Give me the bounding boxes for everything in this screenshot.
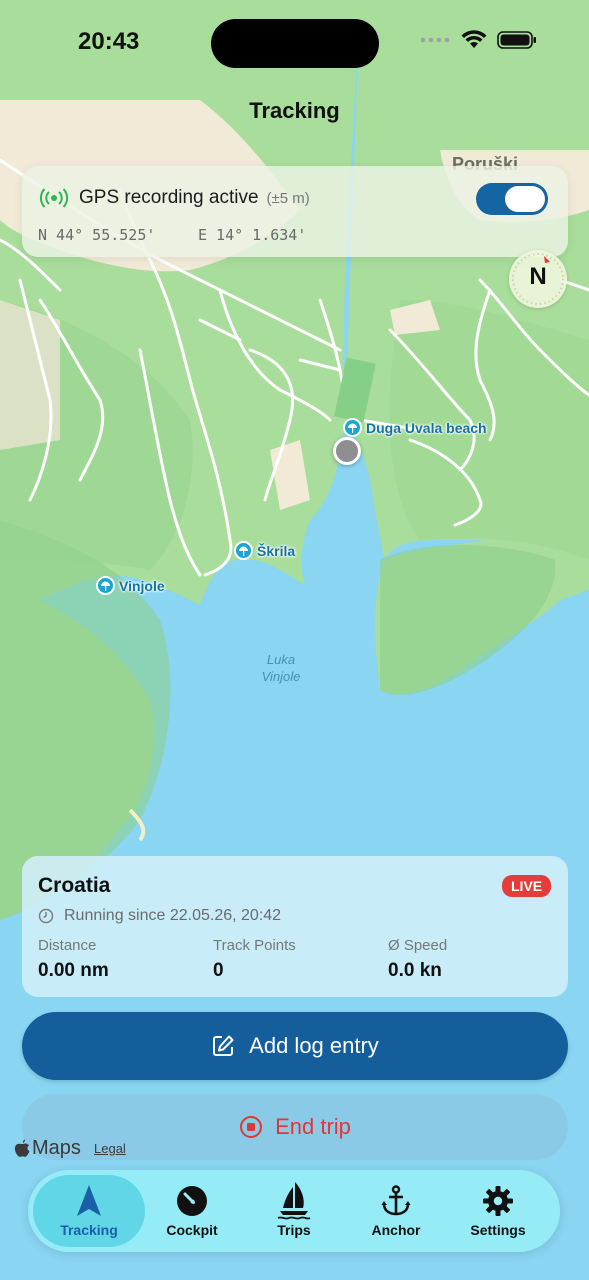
compass-label: N: [529, 263, 547, 290]
tab-label: Trips: [277, 1222, 311, 1238]
live-badge: LIVE: [502, 875, 552, 897]
tab-cockpit[interactable]: Cockpit: [140, 1170, 244, 1252]
gps-status-card: GPS recording active (±5 m) N 44° 55.525'…: [22, 166, 568, 257]
gps-signal-icon: [39, 188, 69, 208]
bay-label-line2: Vinjole: [261, 669, 301, 684]
latitude-readout: N 44° 55.525': [38, 226, 156, 244]
beach-umbrella-icon: [96, 576, 115, 595]
anchor-icon: [381, 1184, 411, 1218]
status-bar: 20:43: [0, 0, 589, 90]
poi-skrila[interactable]: Škrila: [234, 541, 295, 560]
battery-icon: [497, 31, 536, 49]
stat-avg-speed: Ø Speed 0.0 kn: [388, 937, 447, 982]
gauge-icon: [176, 1184, 208, 1218]
sailboat-icon: [277, 1182, 311, 1220]
tab-trips[interactable]: Trips: [242, 1170, 346, 1252]
poi-label: Škrila: [257, 542, 296, 559]
poi-label: Vinjole: [119, 577, 165, 594]
poi-vinjole[interactable]: Vinjole: [96, 576, 165, 595]
poi-duga-uvala-beach[interactable]: Duga Uvala beach: [343, 418, 487, 437]
add-log-entry-button[interactable]: Add log entry: [22, 1012, 568, 1080]
compass-button[interactable]: N: [509, 250, 567, 308]
stat-label: Distance: [38, 937, 97, 954]
gps-recording-toggle[interactable]: [476, 183, 548, 215]
tab-bar: Tracking Cockpit Trips Anchor Settings: [28, 1170, 560, 1252]
toggle-knob: [505, 186, 545, 212]
tab-settings[interactable]: Settings: [446, 1170, 550, 1252]
stat-value: 0.00 nm: [38, 960, 109, 981]
beach-umbrella-icon: [343, 418, 362, 437]
apple-maps-logo: Maps: [14, 1137, 81, 1160]
gps-status-label: GPS recording active (±5 m): [79, 187, 310, 209]
bay-label: Luka Vinjole: [245, 651, 317, 685]
tab-label: Anchor: [371, 1222, 421, 1238]
apple-logo-icon: [14, 1139, 30, 1157]
gps-status-text: GPS recording active: [79, 187, 259, 208]
stat-value: 0.0 kn: [388, 960, 442, 981]
poi-label: Duga Uvala beach: [366, 419, 487, 436]
stop-circle-icon: [240, 1116, 263, 1138]
trip-card[interactable]: Croatia LIVE Running since 22.05.26, 20:…: [22, 856, 568, 997]
stat-label: Track Points: [213, 937, 296, 954]
tab-tracking[interactable]: Tracking: [33, 1175, 145, 1247]
tab-label: Settings: [470, 1222, 526, 1238]
clock-icon: [38, 908, 54, 924]
status-icons: [419, 30, 537, 50]
beach-umbrella-icon: [234, 541, 253, 560]
trip-name: Croatia: [38, 874, 111, 897]
gear-icon: [482, 1184, 514, 1218]
status-time: 20:43: [78, 28, 140, 55]
current-location-marker: [333, 437, 361, 465]
maps-logo-text: Maps: [32, 1137, 81, 1159]
add-log-entry-label: Add log entry: [249, 1033, 379, 1058]
stat-track-points: Track Points 0: [213, 937, 296, 982]
stat-label: Ø Speed: [388, 937, 448, 954]
stat-distance: Distance 0.00 nm: [38, 937, 109, 982]
bay-label-line1: Luka: [266, 652, 296, 667]
running-since-text: Running since 22.05.26, 20:42: [64, 907, 282, 924]
tab-anchor[interactable]: Anchor: [344, 1170, 448, 1252]
end-trip-label: End trip: [275, 1114, 351, 1139]
tab-label: Tracking: [60, 1222, 118, 1238]
edit-note-icon: [213, 1035, 234, 1056]
running-since: Running since 22.05.26, 20:42: [38, 907, 281, 925]
legal-link[interactable]: Legal: [94, 1141, 126, 1156]
longitude-readout: E 14° 1.634': [198, 226, 307, 244]
page-title: Tracking: [249, 98, 340, 123]
dynamic-island: [211, 19, 379, 68]
tab-label: Cockpit: [166, 1222, 218, 1238]
tracking-arrow-icon: [75, 1184, 103, 1218]
stat-value: 0: [213, 960, 224, 981]
wifi-icon: [461, 30, 487, 48]
gps-accuracy: (±5 m): [266, 190, 310, 207]
signal-icon: [420, 37, 450, 43]
